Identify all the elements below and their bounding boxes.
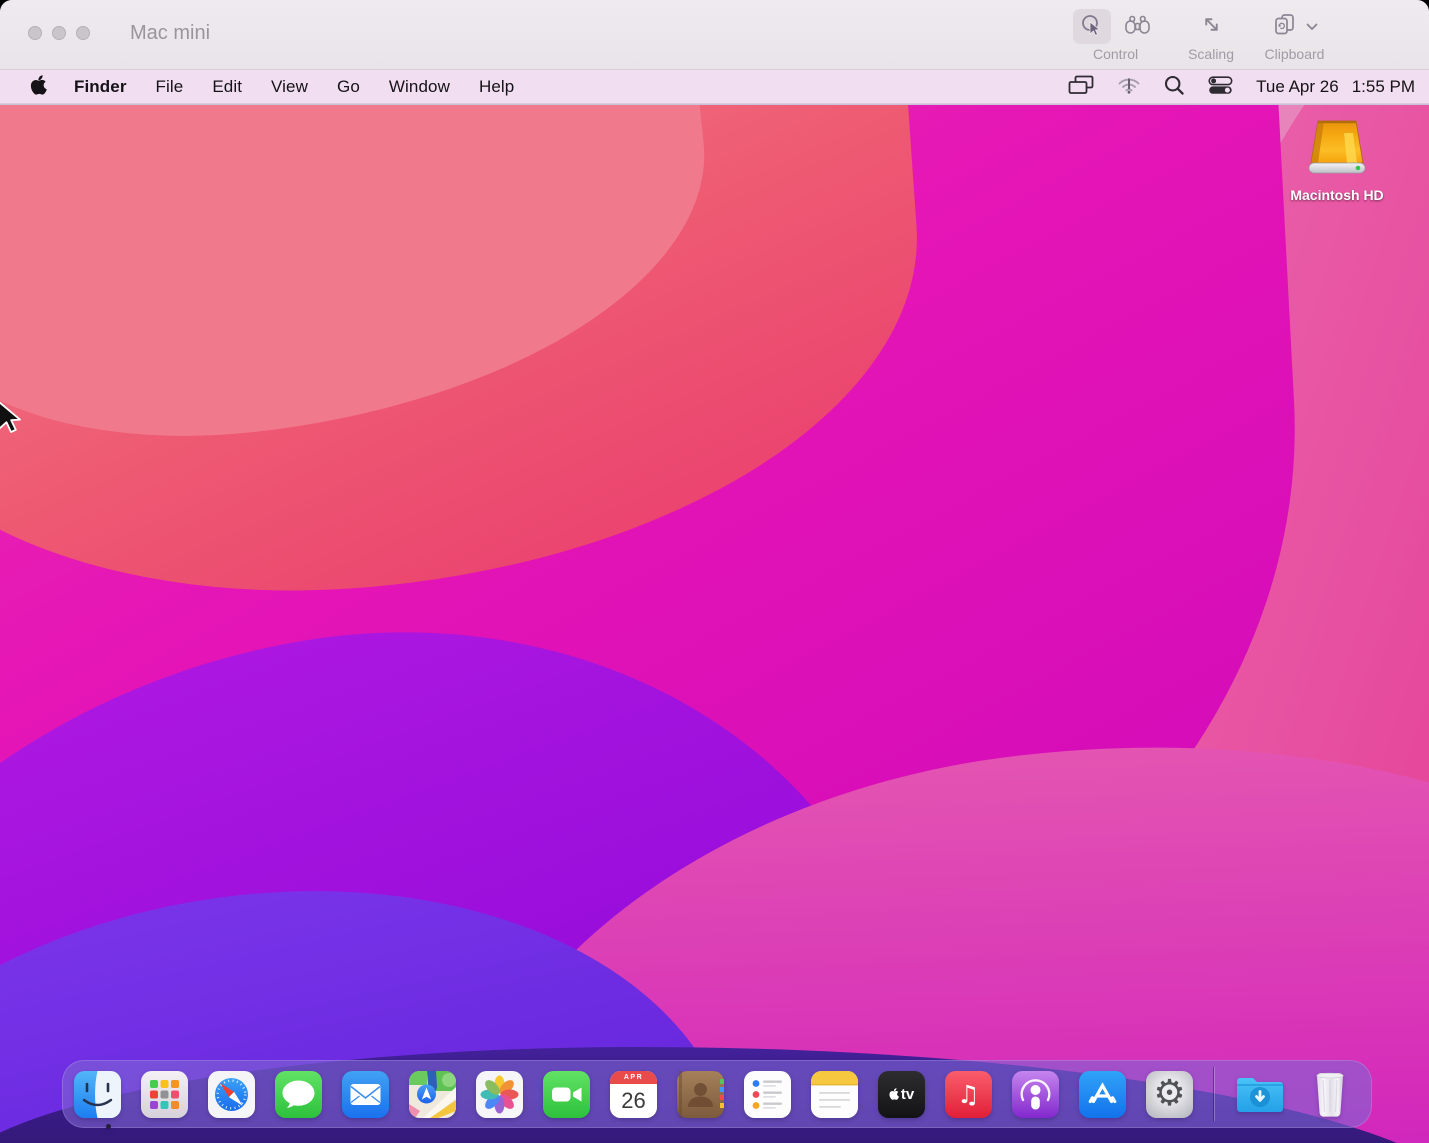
display-mirroring-button[interactable]	[1068, 75, 1094, 98]
dock-icon-tv[interactable]: tv	[878, 1071, 925, 1118]
menu-go[interactable]: Go	[337, 77, 360, 97]
observe-binoculars-icon	[1124, 14, 1151, 39]
clipboard-group: Clipboard	[1264, 8, 1325, 62]
scaling-button[interactable]	[1194, 10, 1229, 42]
dock-icon-photos[interactable]	[476, 1071, 523, 1118]
scaling-label: Scaling	[1188, 46, 1234, 62]
system-preferences-tile: ⚙	[1146, 1071, 1193, 1118]
clock-date: Tue Apr 26	[1256, 77, 1339, 97]
clipboard-button[interactable]	[1264, 9, 1325, 44]
dock-icon-system-preferences[interactable]: ⚙	[1146, 1071, 1193, 1118]
dock-divider	[1213, 1067, 1214, 1121]
scaling-group: Scaling	[1188, 8, 1234, 62]
spotlight-search-icon	[1164, 75, 1185, 99]
window-titlebar: Mac mini	[0, 0, 1429, 70]
menubar-menus: Finder File Edit View Go Window Help	[30, 75, 543, 98]
wifi-warning-icon	[1117, 76, 1141, 98]
tv-label: tv	[901, 1086, 914, 1103]
apple-logo-icon	[30, 75, 47, 98]
dock-icon-facetime[interactable]	[543, 1071, 590, 1118]
screen-sharing-window: Mac mini	[0, 0, 1429, 1143]
dock-icon-launchpad[interactable]	[141, 1071, 188, 1118]
apple-menu[interactable]	[30, 75, 47, 98]
apple-logo-icon	[889, 1088, 899, 1100]
chevron-down-icon	[1306, 19, 1318, 34]
pointer-control-button[interactable]	[1073, 9, 1111, 44]
traffic-lights	[28, 26, 90, 40]
clock-time: 1:55 PM	[1352, 77, 1415, 97]
scaling-arrows-icon	[1201, 14, 1222, 38]
gear-icon: ⚙	[1153, 1076, 1185, 1112]
volume-label: Macintosh HD	[1290, 187, 1383, 203]
dock-icon-messages[interactable]	[275, 1071, 322, 1118]
calendar-day: 26	[610, 1084, 657, 1118]
clipboard-icon	[1271, 13, 1299, 40]
spotlight-button[interactable]	[1164, 75, 1185, 99]
menu-file[interactable]: File	[156, 77, 184, 97]
dock-icon-finder[interactable]	[74, 1071, 121, 1118]
observe-mode-button[interactable]	[1117, 10, 1158, 43]
control-center-icon	[1208, 76, 1233, 98]
window-title: Mac mini	[130, 22, 210, 45]
window-toolbar: Control Scaling	[1073, 8, 1325, 62]
zoom-button[interactable]	[76, 26, 90, 40]
pointer-control-icon	[1080, 13, 1104, 40]
dock-icon-trash[interactable]	[1306, 1071, 1353, 1118]
tv-tile: tv	[878, 1071, 925, 1118]
calendar-tile: APR 26	[610, 1071, 657, 1118]
menu-edit[interactable]: Edit	[212, 77, 242, 97]
wifi-warning-button[interactable]	[1117, 76, 1141, 98]
finder-running-indicator	[106, 1124, 111, 1129]
macintosh-hd-desktop-icon[interactable]: Macintosh HD	[1267, 119, 1407, 203]
dock-icon-music[interactable]: ♫	[945, 1071, 992, 1118]
display-mirroring-icon	[1068, 75, 1094, 98]
dock-icon-notes[interactable]	[811, 1071, 858, 1118]
music-tile: ♫	[945, 1071, 992, 1118]
menu-finder[interactable]: Finder	[74, 77, 127, 97]
menubar: Finder File Edit View Go Window Help	[0, 70, 1429, 104]
dock-icon-downloads[interactable]	[1234, 1071, 1286, 1118]
control-center-button[interactable]	[1208, 76, 1233, 98]
menu-view[interactable]: View	[271, 77, 308, 97]
dock-icon-calendar[interactable]: APR 26	[610, 1071, 657, 1118]
control-group: Control	[1073, 8, 1158, 62]
external-drive-icon	[1303, 119, 1371, 182]
calendar-month: APR	[610, 1071, 657, 1084]
dock-icon-mail[interactable]	[342, 1071, 389, 1118]
clipboard-label: Clipboard	[1265, 46, 1325, 62]
menubar-status: Tue Apr 26 1:55 PM	[1068, 75, 1415, 99]
dock-icon-podcasts[interactable]	[1012, 1071, 1059, 1118]
dock-icon-contacts[interactable]	[677, 1071, 724, 1118]
control-label: Control	[1093, 46, 1138, 62]
dock-icon-safari[interactable]	[208, 1071, 255, 1118]
dock: APR 26	[62, 1060, 1372, 1128]
dock-icon-maps[interactable]	[409, 1071, 456, 1118]
menu-help[interactable]: Help	[479, 77, 514, 97]
mouse-pointer	[0, 401, 23, 442]
dock-icon-reminders[interactable]	[744, 1071, 791, 1118]
dock-icon-appstore[interactable]	[1079, 1071, 1126, 1118]
menu-window[interactable]: Window	[389, 77, 450, 97]
close-button[interactable]	[28, 26, 42, 40]
music-note-icon: ♫	[957, 1080, 979, 1109]
menubar-clock[interactable]: Tue Apr 26 1:55 PM	[1256, 77, 1415, 97]
desktop[interactable]: Macintosh HD	[0, 105, 1429, 1143]
minimize-button[interactable]	[52, 26, 66, 40]
